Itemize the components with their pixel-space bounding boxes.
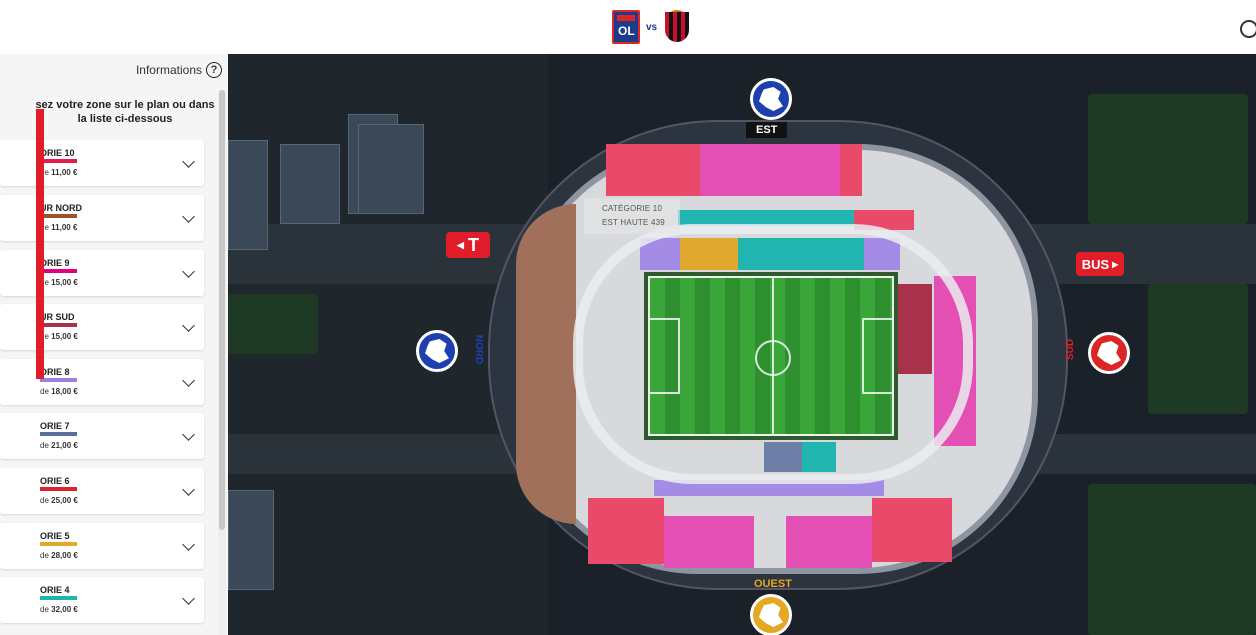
chevron-down-icon[interactable] — [182, 319, 195, 332]
map-grass — [1088, 484, 1256, 635]
category-name: UR SUD — [40, 312, 75, 322]
category-price: de 18,00 € — [40, 387, 78, 396]
category-price: de 11,00 € — [40, 168, 78, 177]
header: vs — [0, 0, 1256, 54]
category-name: ORIE 7 — [40, 421, 70, 431]
zone-ouest-cat9-left[interactable] — [664, 516, 754, 568]
chevron-down-icon[interactable] — [182, 592, 195, 605]
arrow-left-icon: ◀ — [457, 239, 464, 250]
stadium-map[interactable]: CATÉGORIE 10 EST HAUTE 439 EST NORD SUD … — [228, 54, 1256, 635]
category-color-swatch — [40, 432, 77, 436]
zone-est-cat10-left[interactable] — [606, 144, 700, 196]
vs-label: vs — [646, 21, 658, 33]
map-grass — [1148, 284, 1248, 414]
category-item-5[interactable]: ORIE 5 de 28,00 € — [0, 523, 204, 569]
scrollbar-thumb[interactable] — [219, 90, 225, 530]
chevron-down-icon[interactable] — [182, 428, 195, 441]
category-item-8[interactable]: ORIE 8 de 18,00 € — [0, 359, 204, 405]
informations-label: Informations — [135, 63, 202, 77]
chevron-down-icon[interactable] — [182, 483, 195, 496]
map-grass — [228, 294, 318, 354]
category-name: ORIE 8 — [40, 367, 70, 377]
map-grass — [1088, 94, 1248, 224]
category-name: ORIE 10 — [40, 148, 75, 158]
bus-sign[interactable]: BUS ▶ — [1076, 252, 1124, 276]
category-color-swatch — [40, 323, 77, 327]
help-icon[interactable]: ? — [206, 62, 222, 78]
sidebar-scrollbar[interactable] — [218, 90, 226, 635]
ogc-nice-crest-icon — [663, 10, 691, 44]
tram-sign[interactable]: ◀ T — [446, 232, 490, 258]
category-sidebar: Informations ? sez votre zone sur le pla… — [0, 54, 228, 635]
ouest-lion-badge-icon — [750, 594, 792, 635]
category-name: ORIE 6 — [40, 476, 70, 486]
zone-ouest-cat10-right[interactable] — [872, 498, 952, 562]
instructions-text: sez votre zone sur le plan ou dans la li… — [35, 99, 215, 125]
map-building — [228, 490, 274, 590]
zone-est-cat9[interactable] — [700, 144, 840, 196]
football-pitch — [648, 276, 894, 436]
category-name: ORIE 5 — [40, 531, 70, 541]
tooltip-zone: EST HAUTE 439 — [602, 218, 665, 227]
category-color-swatch — [40, 542, 77, 546]
zone-virage-nord[interactable] — [516, 204, 576, 524]
chevron-down-icon[interactable] — [182, 374, 195, 387]
tram-sign-label: T — [467, 234, 479, 255]
map-building — [280, 144, 340, 224]
category-item-virage-sud[interactable]: UR SUD de 15,00 € — [0, 304, 204, 350]
category-price: de 21,00 € — [40, 441, 78, 450]
category-color-swatch — [40, 487, 77, 491]
penalty-box-right — [862, 318, 892, 394]
category-price: de 28,00 € — [40, 551, 78, 560]
zone-tooltip: CATÉGORIE 10 EST HAUTE 439 — [584, 198, 680, 234]
category-name: ORIE 9 — [40, 258, 70, 268]
category-item-7[interactable]: ORIE 7 de 21,00 € — [0, 413, 204, 459]
stand-label-est: EST — [746, 122, 788, 138]
category-color-swatch — [40, 214, 77, 218]
category-color-swatch — [40, 269, 77, 273]
category-item-4[interactable]: ORIE 4 de 32,00 € — [0, 577, 204, 623]
tooltip-category: CATÉGORIE 10 — [602, 204, 663, 213]
olympique-lyonnais-crest-icon — [612, 10, 640, 44]
map-building — [228, 140, 268, 250]
map-building — [358, 124, 424, 214]
stand-label-ouest: OUEST — [754, 578, 792, 590]
chevron-down-icon[interactable] — [182, 155, 195, 168]
category-item-10[interactable]: ORIE 10 de 11,00 € — [0, 140, 204, 186]
category-price: de 32,00 € — [40, 605, 78, 614]
category-name: ORIE 4 — [40, 585, 70, 595]
category-price: de 11,00 € — [40, 223, 78, 232]
stand-label-sud: SUD — [1065, 338, 1077, 361]
category-item-6[interactable]: ORIE 6 de 25,00 € — [0, 468, 204, 514]
informations-link[interactable]: Informations ? — [136, 62, 222, 78]
category-color-swatch — [40, 378, 77, 382]
zone-ouest-cat9-right[interactable] — [786, 516, 872, 568]
category-item-virage-nord[interactable]: UR NORD de 11,00 € — [0, 195, 204, 241]
sud-lion-badge-icon — [1088, 332, 1130, 374]
match-title: vs — [612, 10, 691, 44]
category-color-swatch — [40, 596, 77, 600]
category-item-9[interactable]: ORIE 9 de 15,00 € — [0, 250, 204, 296]
category-price: de 15,00 € — [40, 332, 78, 341]
zone-ouest-cat10-left[interactable] — [588, 498, 664, 564]
arrow-right-icon: ▶ — [1112, 259, 1119, 269]
account-icon[interactable] — [1240, 20, 1256, 38]
category-price: de 15,00 € — [40, 278, 78, 287]
category-price: de 25,00 € — [40, 496, 78, 505]
category-name: UR NORD — [40, 203, 82, 213]
red-overlay-bar — [36, 109, 44, 379]
bus-sign-label: BUS — [1081, 256, 1110, 272]
chevron-down-icon[interactable] — [182, 538, 195, 551]
penalty-box-left — [650, 318, 680, 394]
centre-circle — [755, 340, 791, 376]
category-color-swatch — [40, 159, 77, 163]
nord-lion-badge-icon — [416, 330, 458, 372]
stand-label-nord: NORD — [473, 334, 485, 365]
est-lion-badge-icon — [750, 78, 792, 120]
chevron-down-icon[interactable] — [182, 265, 195, 278]
zone-est-cat10-right[interactable] — [840, 144, 862, 196]
chevron-down-icon[interactable] — [182, 210, 195, 223]
